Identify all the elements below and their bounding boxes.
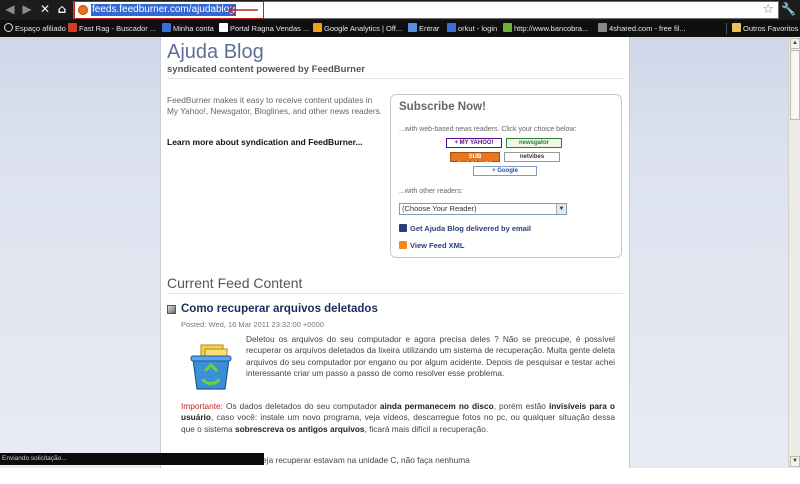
feed-heading: Current Feed Content — [167, 275, 303, 291]
post-paragraph: Deletou os arquivos do seu computador e … — [246, 334, 615, 378]
bookmark-item[interactable]: Fast Rag - Buscador ... — [68, 23, 156, 34]
chevron-down-icon[interactable]: ▼ — [556, 204, 566, 214]
bookmarks-divider — [726, 23, 727, 34]
bookmark-favicon-icon — [162, 23, 171, 32]
bookmarks-bar: Espaço afiliado Fast Rag - Buscador ... … — [0, 20, 800, 37]
bookmark-item[interactable]: Google Analytics | Off... — [313, 23, 402, 34]
stop-icon[interactable]: ✕ — [38, 2, 52, 16]
bookmark-favicon-icon — [447, 23, 456, 32]
bookmark-item[interactable]: Minha conta — [162, 23, 214, 34]
email-subscribe-link[interactable]: Get Ajuda Blog delivered by email — [399, 224, 531, 233]
post-paragraph-important: Importante: Os dados deletados do seu co… — [181, 401, 615, 434]
reader-select-value: (Choose Your Reader) — [402, 204, 477, 213]
scroll-down-icon[interactable]: ▼ — [790, 456, 800, 467]
forward-icon[interactable]: ▶ — [20, 2, 34, 16]
bookmark-favicon-icon — [598, 23, 607, 32]
feed-page: Ajuda Blog syndicated content powered by… — [160, 37, 630, 468]
page-scrollbar[interactable]: ▲ ▼ — [788, 37, 800, 468]
bookmark-favicon-icon — [313, 23, 322, 32]
google-reader-button[interactable]: + Google — [473, 166, 537, 176]
email-icon — [399, 224, 407, 232]
subscribe-title: Subscribe Now! — [399, 101, 486, 113]
browser-toolbar: ◀ ▶ ✕ ⌂ feeds.feedburner.com/ajudablog ☆… — [0, 0, 800, 20]
page-subtitle: syndicated content powered by FeedBurner — [167, 64, 365, 75]
feed-divider — [167, 293, 623, 294]
bookmark-star-icon[interactable]: ☆ — [762, 2, 774, 17]
address-bar[interactable]: feeds.feedburner.com/ajudablog ☆ — [73, 1, 779, 19]
window-bottom-edge — [0, 468, 800, 484]
bookmark-favicon-icon — [503, 23, 512, 32]
page-viewport: Ajuda Blog syndicated content powered by… — [0, 37, 788, 468]
bookmark-favicon-icon — [408, 23, 417, 32]
my-yahoo-button[interactable]: + MY YAHOO! — [446, 138, 502, 148]
page-title: Ajuda Blog — [167, 41, 264, 63]
reader-select[interactable]: (Choose Your Reader) ▼ — [399, 203, 567, 215]
scroll-thumb[interactable] — [790, 50, 800, 120]
bookmark-item[interactable]: Entrar — [408, 23, 439, 34]
bookmark-favicon-icon — [68, 23, 77, 32]
post-bullet-icon — [167, 305, 176, 314]
subscribe-box: Subscribe Now! ...with web-based news re… — [390, 94, 622, 258]
status-bar: Enviando solicitação... — [0, 453, 264, 465]
post-title-link[interactable]: Como recuperar arquivos deletados — [181, 303, 378, 315]
bloglines-button[interactable]: SUB BLOGLINES — [450, 152, 500, 168]
rss-icon — [399, 241, 407, 249]
scroll-up-icon[interactable]: ▲ — [790, 38, 800, 49]
bookmark-item[interactable]: Espaço afiliado — [4, 23, 66, 34]
bookmark-favicon-icon — [219, 23, 228, 32]
other-bookmarks-folder[interactable]: Outros Favoritos — [732, 23, 798, 34]
bookmark-item[interactable]: orkut - login — [447, 23, 497, 34]
home-icon[interactable]: ⌂ — [55, 2, 69, 16]
annotation-arrow-icon — [227, 4, 258, 16]
bookmark-item[interactable]: 4shared.com - free fil... — [598, 23, 686, 34]
newsgator-button[interactable]: newsgator — [506, 138, 562, 148]
post-date: Posted: Wed, 16 Mar 2011 23:32:00 +0000 — [181, 320, 324, 329]
bookmark-item[interactable]: Portal Ragna Vendas ... — [219, 23, 309, 34]
wrench-icon[interactable]: 🔧 — [781, 2, 796, 16]
web-readers-hint: ...with web-based news readers. Click yo… — [399, 126, 577, 133]
recycle-bin-image — [190, 344, 232, 390]
view-feed-xml-link[interactable]: View Feed XML — [399, 241, 464, 250]
intro-text: FeedBurner makes it easy to receive cont… — [167, 95, 383, 116]
bookmark-favicon-icon — [4, 23, 13, 32]
title-divider — [167, 78, 623, 79]
other-readers-hint: ...with other readers: — [399, 188, 463, 195]
netvibes-button[interactable]: netvibes — [504, 152, 560, 162]
bookmark-item[interactable]: http://www.bancobra... — [503, 23, 588, 34]
folder-icon — [732, 23, 741, 32]
learn-more-link[interactable]: Learn more about syndication and FeedBur… — [167, 137, 363, 147]
back-icon[interactable]: ◀ — [3, 2, 17, 16]
